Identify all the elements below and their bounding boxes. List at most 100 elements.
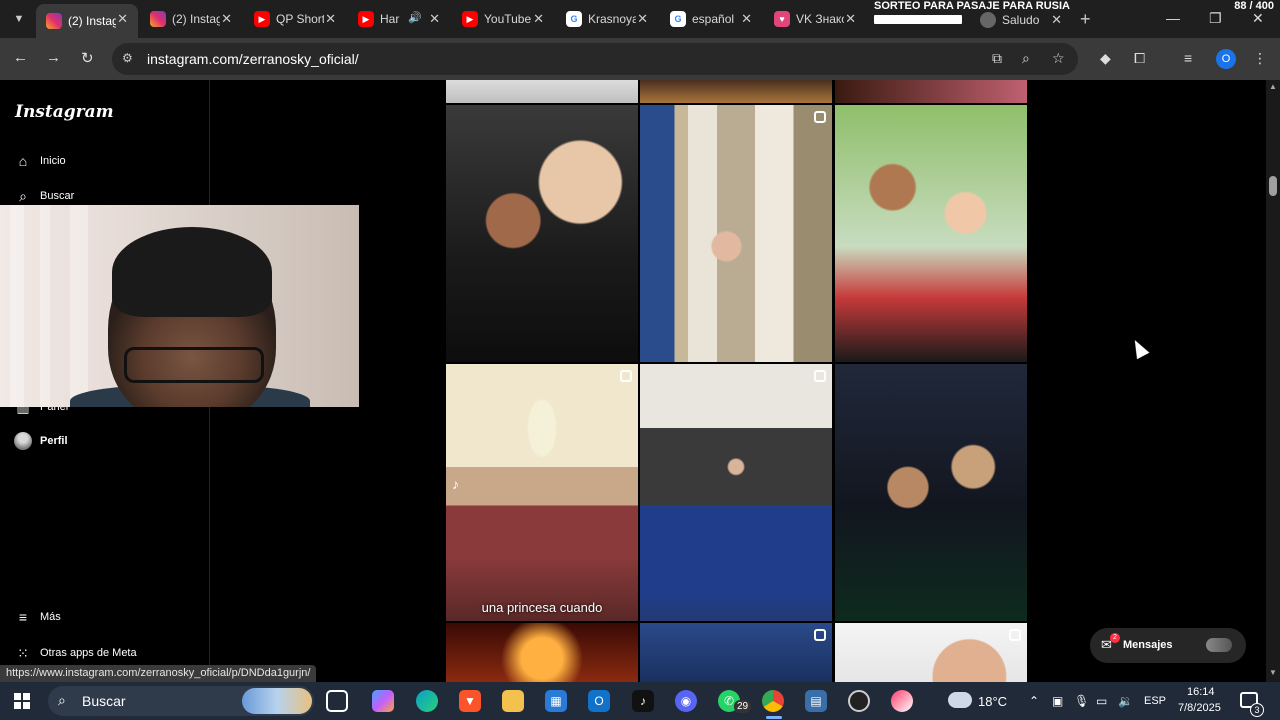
scroll-down-icon[interactable]: ▼ <box>1269 668 1277 677</box>
back-arrow-icon[interactable]: ← <box>13 49 28 66</box>
post-tile[interactable] <box>640 80 832 103</box>
tab-search-chevron-down-icon[interactable]: ▼ <box>8 8 30 30</box>
microsoft-store-icon[interactable]: ▦ <box>545 690 567 712</box>
tab-close-icon[interactable]: ✕ <box>117 11 128 27</box>
weather-temperature[interactable]: 18°C <box>978 694 1007 709</box>
tab-close-icon[interactable]: ✕ <box>741 11 752 27</box>
tray-chevron-up-icon[interactable]: ⌃ <box>1029 694 1039 708</box>
sidebar-item-more[interactable]: ≡ Más <box>14 608 61 626</box>
sidebar-item-search[interactable]: ⌕ Buscar <box>14 187 74 205</box>
sidebar-item-meta-apps[interactable]: ⁙ Otras apps de Meta <box>14 644 136 662</box>
volume-icon[interactable]: 🔉 <box>1118 694 1133 708</box>
weather-cloud-icon[interactable] <box>948 692 972 708</box>
tab-instagram-active[interactable]: (2) Instagram ✕ <box>36 4 138 38</box>
clock-date[interactable]: 7/8/2025 <box>1178 702 1221 714</box>
address-bar[interactable]: ⚙ instagram.com/zerranosky_oficial/ ⧉ ⌕ … <box>112 43 1078 75</box>
sidebar-item-home[interactable]: ⌂ Inicio <box>14 152 66 170</box>
tab-qp-shorts[interactable]: ▶ QP Shorts ✕ <box>244 4 346 34</box>
tab-close-icon[interactable]: ✕ <box>845 11 856 27</box>
meta-apps-icon: ⁙ <box>17 644 29 661</box>
address-url[interactable]: instagram.com/zerranosky_oficial/ <box>147 51 359 67</box>
webcam-person-hair <box>112 227 272 317</box>
overlay-banner-title: SORTEO PARA PASAJE PARA RUSIA <box>874 0 1070 12</box>
obs-icon[interactable] <box>848 690 870 712</box>
taskbar-search-box[interactable]: ⌕ Buscar <box>48 686 314 716</box>
post-tile[interactable] <box>640 623 832 682</box>
tab-youtube[interactable]: ▶ YouTube ✕ <box>452 4 554 34</box>
instagram-logo[interactable]: Instagram <box>15 102 114 122</box>
tab-title: español <box>692 12 735 26</box>
tab-close-icon[interactable]: ✕ <box>221 11 232 27</box>
post-tile[interactable] <box>835 623 1027 682</box>
speaker-icon[interactable]: 🔊 <box>408 11 422 24</box>
tab-krasnoyarsk[interactable]: G Krasnoyarsk ✕ <box>556 4 658 34</box>
post-tile[interactable] <box>446 623 638 682</box>
curtain-stripe <box>70 205 88 407</box>
restore-icon[interactable]: ❐ <box>1209 10 1222 27</box>
tab-close-icon[interactable]: ✕ <box>533 11 544 27</box>
post-tile[interactable] <box>835 105 1027 362</box>
new-tab-plus-icon[interactable]: + <box>1080 9 1091 30</box>
tab-title: VK Знакомства <box>796 12 844 26</box>
page-scrollbar[interactable]: ▲ ▼ <box>1266 80 1280 682</box>
post-tile[interactable] <box>446 80 638 103</box>
outlook-icon[interactable]: O <box>588 690 610 712</box>
reel-icon <box>814 370 826 382</box>
post-tile[interactable] <box>835 80 1027 103</box>
brave-icon[interactable]: ▼ <box>459 690 481 712</box>
clock-time[interactable]: 16:14 <box>1187 686 1215 698</box>
post-tile[interactable] <box>640 105 832 362</box>
edge-icon[interactable] <box>416 690 438 712</box>
whatsapp-badge: 29 <box>734 700 752 713</box>
profile-avatar[interactable]: O <box>1216 49 1236 69</box>
instagram-icon <box>150 11 166 27</box>
windows-start-icon[interactable] <box>14 693 30 709</box>
windows-taskbar: ⌕ Buscar ▼ ▦ O ♪ ◉ ✆ 29 ▤ 18°C ⌃ ▣ 🎙 ▭ 🔉… <box>0 682 1280 720</box>
extension-diamond-icon[interactable]: ◆ <box>1100 50 1111 67</box>
calculator-icon[interactable]: ▤ <box>805 690 827 712</box>
tab-close-icon[interactable]: ✕ <box>325 11 336 27</box>
tab-close-icon[interactable]: ✕ <box>637 11 648 27</box>
scroll-up-icon[interactable]: ▲ <box>1269 82 1277 91</box>
sidebar-item-profile[interactable]: Perfil <box>14 432 68 450</box>
post-tile[interactable] <box>835 364 1027 621</box>
tiktok-icon[interactable]: ♪ <box>632 690 654 712</box>
post-tile[interactable] <box>446 105 638 362</box>
tab-vk[interactable]: ♥ VK Знакомства ✕ <box>764 4 866 34</box>
tab-close-icon[interactable]: ✕ <box>1051 12 1062 28</box>
site-settings-icon[interactable]: ⚙ <box>122 51 133 65</box>
microphone-icon[interactable]: 🎙 <box>1074 694 1089 708</box>
forward-arrow-icon[interactable]: → <box>46 49 61 66</box>
tray-device-icon[interactable]: ▣ <box>1052 694 1063 708</box>
browser-toolbar: ← → ↻ ⚙ instagram.com/zerranosky_oficial… <box>0 38 1280 80</box>
curtain-stripe <box>10 205 24 407</box>
close-window-icon[interactable]: ✕ <box>1252 10 1264 27</box>
tab-harina[interactable]: ▶ Harina 🔊 ✕ <box>348 4 450 34</box>
file-explorer-icon[interactable] <box>502 690 524 712</box>
post-tile[interactable]: ♪ una princesa cuando <box>446 364 638 621</box>
chrome-icon[interactable] <box>762 690 784 712</box>
tiktok-icon: ♪ <box>452 476 459 492</box>
tab-close-icon[interactable]: ✕ <box>429 11 440 27</box>
install-app-icon[interactable]: ⧉ <box>992 50 1002 67</box>
discord-icon[interactable]: ◉ <box>675 690 697 712</box>
post-tile[interactable] <box>640 364 832 621</box>
tab-espanol[interactable]: G español ✕ <box>660 4 762 34</box>
scroll-thumb[interactable] <box>1269 176 1277 196</box>
messages-button[interactable]: ✉ 2 Mensajes <box>1090 628 1246 663</box>
tab-instagram[interactable]: (2) Instagram ✕ <box>140 4 242 34</box>
menu-kebab-icon[interactable]: ⋮ <box>1253 50 1267 67</box>
curtain-stripe <box>40 205 50 407</box>
network-icon[interactable]: ▭ <box>1096 694 1107 708</box>
app-icon[interactable] <box>891 690 913 712</box>
bookmark-star-icon[interactable]: ☆ <box>1052 50 1065 67</box>
zoom-icon[interactable]: ⌕ <box>1022 50 1030 67</box>
reload-icon[interactable]: ↻ <box>81 49 94 67</box>
media-control-icon[interactable]: ≡ <box>1184 50 1192 66</box>
input-language[interactable]: ESP <box>1144 695 1166 707</box>
sidebar-item-label: Inicio <box>40 155 66 167</box>
minimize-icon[interactable]: — <box>1166 10 1180 26</box>
extensions-puzzle-icon[interactable]: ⧠ <box>1134 50 1145 67</box>
copilot-icon[interactable] <box>372 690 394 712</box>
task-view-icon[interactable] <box>326 690 348 712</box>
